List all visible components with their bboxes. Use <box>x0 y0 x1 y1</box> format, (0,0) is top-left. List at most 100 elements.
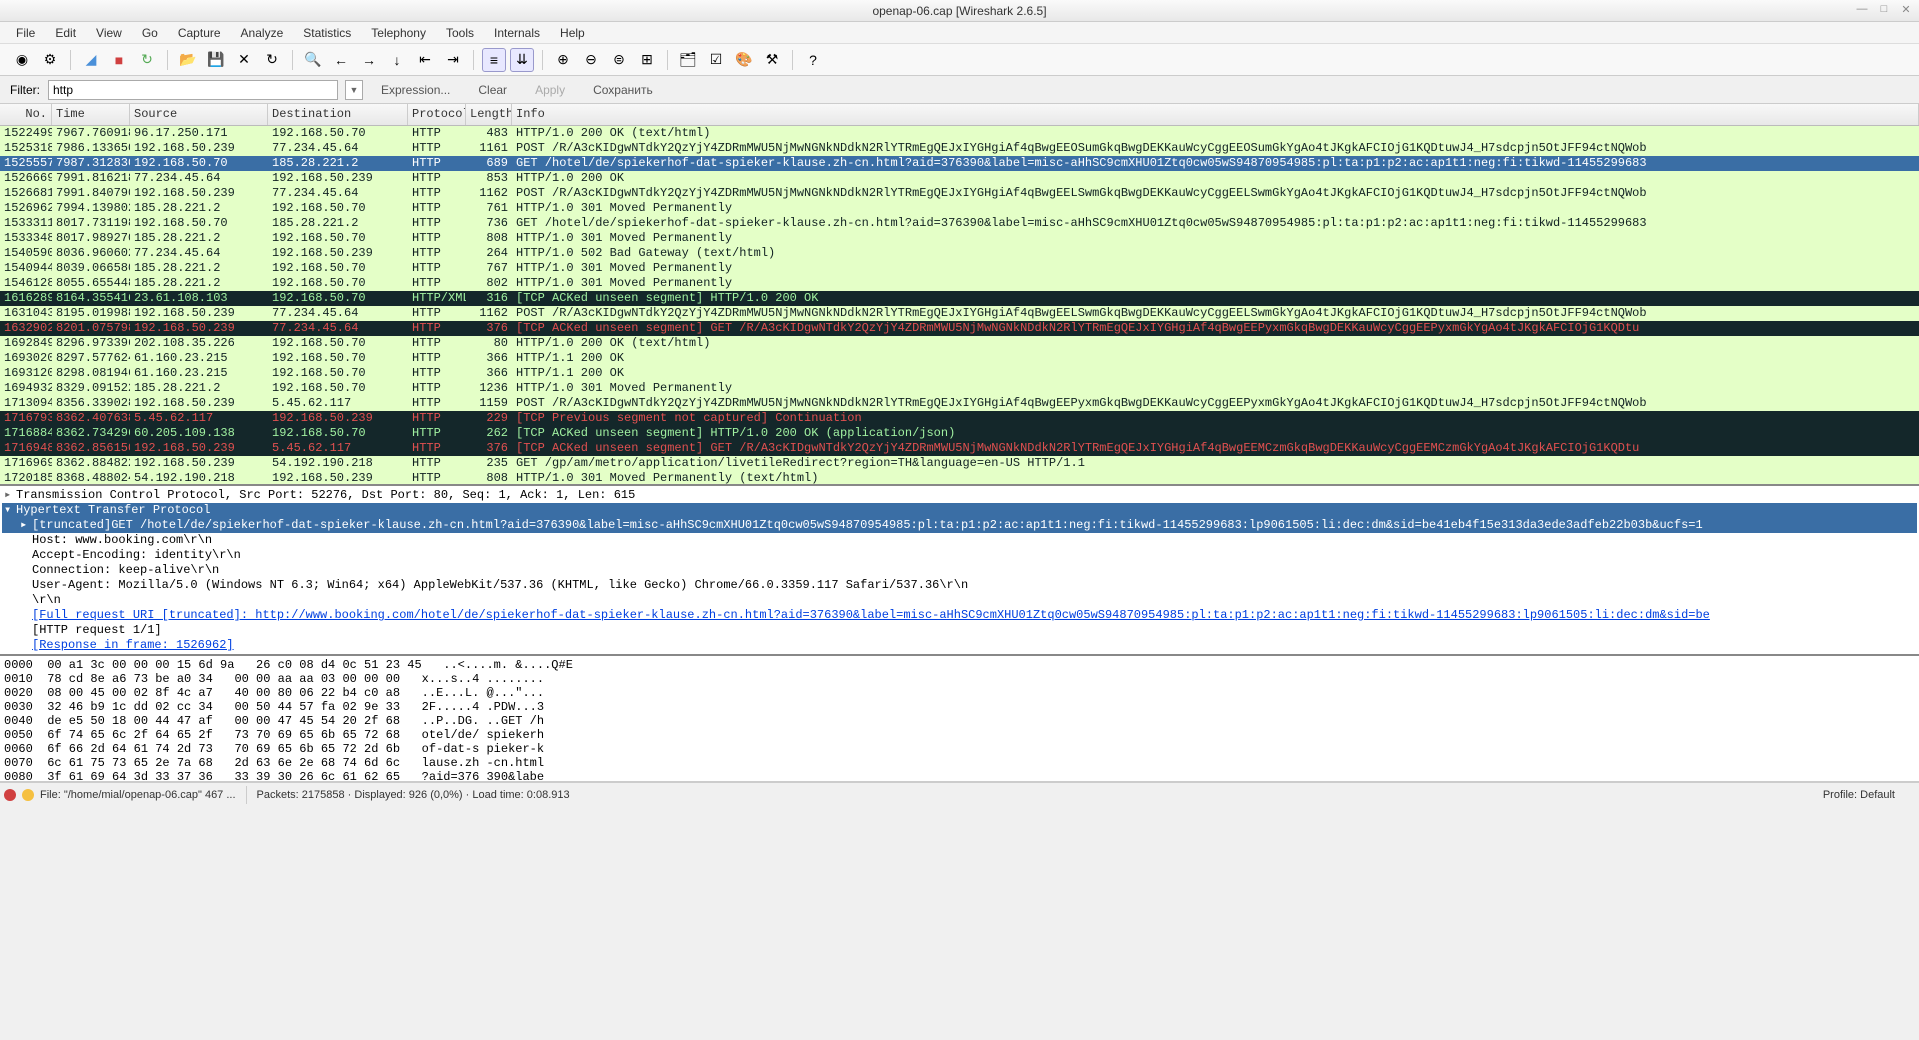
filter-input[interactable] <box>48 80 338 100</box>
close-button[interactable]: ✕ <box>1899 2 1913 16</box>
menu-internals[interactable]: Internals <box>484 23 550 43</box>
menu-telephony[interactable]: Telephony <box>361 23 436 43</box>
packet-details[interactable]: ▸Transmission Control Protocol, Src Port… <box>0 486 1919 656</box>
zoom-reset-icon[interactable]: ⊜ <box>607 48 631 72</box>
packet-row[interactable]: 16329028201.075798192.168.50.23977.234.4… <box>0 321 1919 336</box>
filter-save-button[interactable]: Сохранить <box>583 83 663 97</box>
detail-user-agent[interactable]: User-Agent: Mozilla/5.0 (Windows NT 6.3;… <box>2 578 1917 593</box>
options-icon[interactable]: ⚙ <box>38 48 62 72</box>
find-icon[interactable]: 🔍 <box>301 48 325 72</box>
hex-line[interactable]: 0060 6f 66 2d 64 61 74 2d 73 70 69 65 6b… <box>4 742 1915 756</box>
maximize-button[interactable]: □ <box>1877 2 1891 16</box>
status-profile[interactable]: Profile: Default <box>1823 789 1915 801</box>
go-first-icon[interactable]: ⇤ <box>413 48 437 72</box>
resize-columns-icon[interactable]: ⊞ <box>635 48 659 72</box>
detail-full-uri[interactable]: [Full request URI [truncated]: http://ww… <box>2 608 1917 623</box>
restart-capture-icon[interactable]: ↻ <box>135 48 159 72</box>
menu-view[interactable]: View <box>86 23 132 43</box>
packet-list-body[interactable]: 15224997967.76091896.17.250.171192.168.5… <box>0 126 1919 486</box>
packet-row[interactable]: 15266697991.81621877.234.45.64192.168.50… <box>0 171 1919 186</box>
detail-accept-encoding[interactable]: Accept-Encoding: identity\r\n <box>2 548 1917 563</box>
packet-row[interactable]: 16930208297.57762461.160.23.215192.168.5… <box>0 351 1919 366</box>
go-last-icon[interactable]: ⇥ <box>441 48 465 72</box>
detail-request-line[interactable]: ▸[truncated]GET /hotel/de/spiekerhof-dat… <box>2 518 1917 533</box>
packet-row[interactable]: 15255577987.312830192.168.50.70185.28.22… <box>0 156 1919 171</box>
capture-comment-icon[interactable] <box>22 789 34 801</box>
hex-line[interactable]: 0020 08 00 45 00 02 8f 4c a7 40 00 80 06… <box>4 686 1915 700</box>
packet-row[interactable]: 16310438195.019988192.168.50.23977.234.4… <box>0 306 1919 321</box>
colorize-icon[interactable]: ≡ <box>482 48 506 72</box>
zoom-in-icon[interactable]: ⊕ <box>551 48 575 72</box>
save-file-icon[interactable]: 💾 <box>204 48 228 72</box>
hex-dump[interactable]: 0000 00 a1 3c 00 00 00 15 6d 9a 26 c0 08… <box>0 656 1919 782</box>
column-protocol[interactable]: Protocol <box>408 104 466 125</box>
packet-row[interactable]: 15269627994.139802185.28.221.2192.168.50… <box>0 201 1919 216</box>
close-file-icon[interactable]: ✕ <box>232 48 256 72</box>
minimize-button[interactable]: — <box>1855 2 1869 16</box>
column-destination[interactable]: Destination <box>268 104 408 125</box>
column-length[interactable]: Length <box>466 104 512 125</box>
filter-expression-button[interactable]: Expression... <box>371 83 460 97</box>
hex-line[interactable]: 0050 6f 74 65 6c 2f 64 65 2f 73 70 69 65… <box>4 728 1915 742</box>
column-time[interactable]: Time <box>52 104 130 125</box>
packet-row[interactable]: 15333488017.989270185.28.221.2192.168.50… <box>0 231 1919 246</box>
column-no[interactable]: No. <box>0 104 52 125</box>
packet-row[interactable]: 15266817991.840790192.168.50.23977.234.4… <box>0 186 1919 201</box>
hex-line[interactable]: 0080 3f 61 69 64 3d 33 37 36 33 39 30 26… <box>4 770 1915 782</box>
hex-line[interactable]: 0000 00 a1 3c 00 00 00 15 6d 9a 26 c0 08… <box>4 658 1915 672</box>
preferences-icon[interactable]: ⚒ <box>760 48 784 72</box>
packet-row[interactable]: 16928498296.973396202.108.35.226192.168.… <box>0 336 1919 351</box>
packet-row[interactable]: 17169488362.856150192.168.50.2395.45.62.… <box>0 441 1919 456</box>
detail-host[interactable]: Host: www.booking.com\r\n <box>2 533 1917 548</box>
display-filters-icon[interactable]: ☑ <box>704 48 728 72</box>
hex-line[interactable]: 0030 32 46 b9 1c dd 02 cc 34 00 50 44 57… <box>4 700 1915 714</box>
detail-crlf[interactable]: \r\n <box>2 593 1917 608</box>
column-info[interactable]: Info <box>512 104 1919 125</box>
help-icon[interactable]: ? <box>801 48 825 72</box>
menu-capture[interactable]: Capture <box>168 23 231 43</box>
menu-analyze[interactable]: Analyze <box>231 23 294 43</box>
capture-filters-icon[interactable]: 🗂 <box>676 48 700 72</box>
stop-capture-icon[interactable]: ■ <box>107 48 131 72</box>
detail-http[interactable]: ▾Hypertext Transfer Protocol <box>2 503 1917 518</box>
go-back-icon[interactable]: ← <box>329 48 353 72</box>
expert-info-icon[interactable] <box>4 789 16 801</box>
packet-row[interactable]: 15405908036.96060277.234.45.64192.168.50… <box>0 246 1919 261</box>
packet-row[interactable]: 16949328329.091522185.28.221.2192.168.50… <box>0 381 1919 396</box>
hex-line[interactable]: 0070 6c 61 75 73 65 2e 7a 68 2d 63 6e 2e… <box>4 756 1915 770</box>
go-jump-icon[interactable]: ↓ <box>385 48 409 72</box>
auto-scroll-icon[interactable]: ⇊ <box>510 48 534 72</box>
go-forward-icon[interactable]: → <box>357 48 381 72</box>
filter-clear-button[interactable]: Clear <box>468 83 517 97</box>
hex-line[interactable]: 0010 78 cd 8e a6 73 be a0 34 00 00 aa aa… <box>4 672 1915 686</box>
detail-request-num[interactable]: [HTTP request 1/1] <box>2 623 1917 638</box>
packet-row[interactable]: 15253187986.133650192.168.50.23977.234.4… <box>0 141 1919 156</box>
menu-tools[interactable]: Tools <box>436 23 484 43</box>
column-source[interactable]: Source <box>130 104 268 125</box>
detail-response-frame[interactable]: [Response in frame: 1526962] <box>2 638 1917 653</box>
packet-row[interactable]: 17167938362.4076385.45.62.117192.168.50.… <box>0 411 1919 426</box>
start-capture-icon[interactable]: ◢ <box>79 48 103 72</box>
packet-row[interactable]: 17201858368.48802454.192.190.218192.168.… <box>0 471 1919 486</box>
packet-row[interactable]: 15333118017.731198192.168.50.70185.28.22… <box>0 216 1919 231</box>
hex-line[interactable]: 0040 de e5 50 18 00 44 47 af 00 00 47 45… <box>4 714 1915 728</box>
detail-connection[interactable]: Connection: keep-alive\r\n <box>2 563 1917 578</box>
packet-row[interactable]: 15461288055.655448185.28.221.2192.168.50… <box>0 276 1919 291</box>
packet-row[interactable]: 16931208298.08194661.160.23.215192.168.5… <box>0 366 1919 381</box>
menu-go[interactable]: Go <box>132 23 168 43</box>
packet-row[interactable]: 15409448039.066580185.28.221.2192.168.50… <box>0 261 1919 276</box>
interfaces-icon[interactable]: ◉ <box>10 48 34 72</box>
filter-dropdown-icon[interactable]: ▼ <box>345 80 363 100</box>
packet-row[interactable]: 17130948356.339028192.168.50.2395.45.62.… <box>0 396 1919 411</box>
packet-row[interactable]: 17169698362.884822192.168.50.23954.192.1… <box>0 456 1919 471</box>
filter-apply-button[interactable]: Apply <box>525 83 575 97</box>
zoom-out-icon[interactable]: ⊖ <box>579 48 603 72</box>
packet-row[interactable]: 16162898164.35541623.61.108.103192.168.5… <box>0 291 1919 306</box>
open-file-icon[interactable]: 📂 <box>176 48 200 72</box>
reload-icon[interactable]: ↻ <box>260 48 284 72</box>
menu-help[interactable]: Help <box>550 23 595 43</box>
packet-row[interactable]: 15224997967.76091896.17.250.171192.168.5… <box>0 126 1919 141</box>
detail-tcp[interactable]: ▸Transmission Control Protocol, Src Port… <box>2 488 1917 503</box>
coloring-rules-icon[interactable]: 🎨 <box>732 48 756 72</box>
menu-edit[interactable]: Edit <box>45 23 86 43</box>
